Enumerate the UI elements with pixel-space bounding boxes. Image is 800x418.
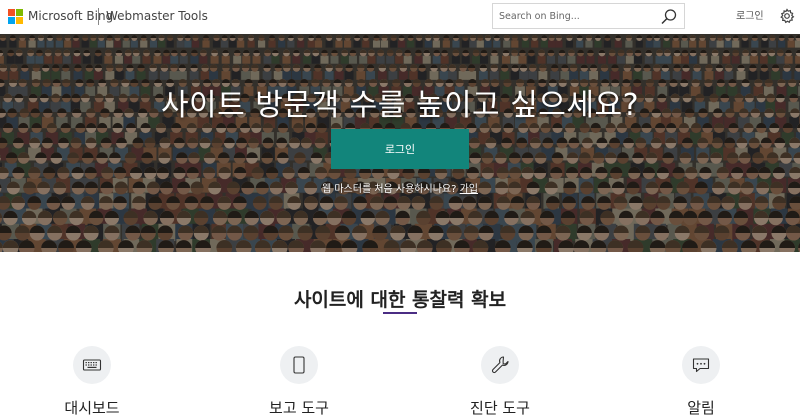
brand-name[interactable]: Microsoft Bing <box>28 9 113 24</box>
header-login-link[interactable]: 로그인 <box>736 7 764 22</box>
feature-label: 알림 <box>687 399 715 417</box>
new-user-prompt: 웹 마스터를 처음 사용하시나요? 가입 <box>0 180 800 195</box>
search-icon[interactable] <box>660 8 678 26</box>
microsoft-logo-icon[interactable] <box>8 9 23 24</box>
keyboard-icon <box>73 346 111 384</box>
feature-label: 진단 도구 <box>470 399 530 417</box>
tablet-icon <box>280 346 318 384</box>
features-title: 사이트에 대한 통찰력 확보 <box>293 289 507 311</box>
hero-login-button[interactable]: 로그인 <box>331 129 469 169</box>
title-underline <box>383 312 417 314</box>
new-user-text: 웹 마스터를 처음 사용하시나요? <box>321 184 457 195</box>
wrench-icon <box>481 346 519 384</box>
feature-label: 대시보드 <box>64 399 120 417</box>
signup-link[interactable]: 가입 <box>460 184 478 195</box>
hero-banner: 사이트 방문객 수를 높이고 싶으세요? 로그인 웹 마스터를 처음 사용하시나… <box>0 34 800 252</box>
search-input[interactable] <box>494 5 654 27</box>
search-box <box>492 3 685 29</box>
brand-divider <box>98 8 99 25</box>
hero-title: 사이트 방문객 수를 높이고 싶으세요? <box>160 88 640 123</box>
message-icon <box>682 346 720 384</box>
top-header: Microsoft Bing Webmaster Tools 로그인 <box>0 0 800 34</box>
gear-icon[interactable] <box>779 8 795 24</box>
product-name[interactable]: Webmaster Tools <box>106 9 208 24</box>
feature-label: 보고 도구 <box>269 399 329 417</box>
